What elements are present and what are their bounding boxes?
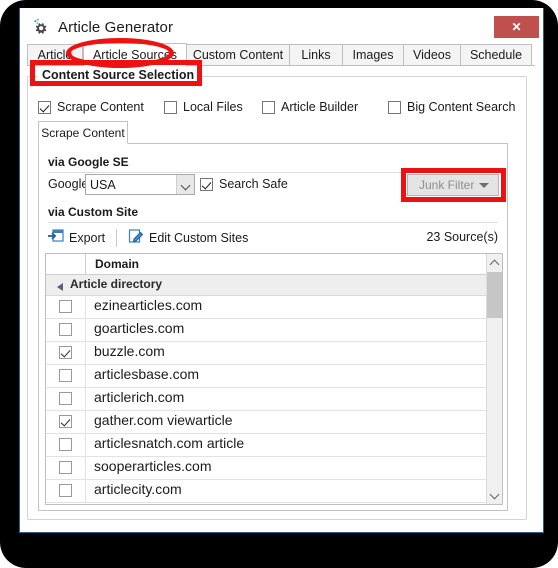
collapse-triangle-icon[interactable] xyxy=(57,283,63,291)
checkbox-search-safe[interactable]: Search Safe xyxy=(200,177,288,191)
section-label-google-se: via Google SE xyxy=(48,155,129,169)
row-checkbox-cell[interactable] xyxy=(46,342,86,364)
edit-custom-sites-label: Edit Custom Sites xyxy=(149,231,249,245)
tab-article[interactable]: Article xyxy=(27,44,83,66)
row-domain: articlesbase.com xyxy=(94,366,200,382)
grid-group-label: Article directory xyxy=(70,277,163,291)
custom-sites-grid: Domain Article directory ezinearticles.c… xyxy=(45,253,503,505)
grid-rows: ezinearticles.com goarticles.com buzzle.… xyxy=(46,296,487,503)
edit-custom-sites-button[interactable]: Edit Custom Sites xyxy=(128,228,248,248)
grid-header: Domain xyxy=(46,254,487,275)
checkbox-label: Big Content Search xyxy=(407,100,516,114)
row-checkbox-cell[interactable] xyxy=(46,411,86,433)
row-domain: articlesnatch.com article xyxy=(94,435,245,451)
row-domain: goarticles.com xyxy=(94,320,185,336)
row-checkbox-cell[interactable] xyxy=(46,388,86,410)
checkbox-local-files[interactable]: Local Files xyxy=(164,100,243,114)
table-row[interactable]: articlesbase.com xyxy=(46,365,487,388)
checkbox-label: Scrape Content xyxy=(57,100,144,114)
custom-site-toolbar: Export Edit Custom Sites 23 Source(s) xyxy=(48,228,498,250)
row-checkbox-cell[interactable] xyxy=(46,296,86,318)
row-checkbox-cell[interactable] xyxy=(46,480,86,502)
google-country-value: USA xyxy=(90,178,116,192)
table-row[interactable]: articlesnatch.com article xyxy=(46,434,487,457)
table-row[interactable]: sooperarticles.com xyxy=(46,457,487,480)
gear-icon xyxy=(32,18,52,38)
grid-group-row[interactable]: Article directory xyxy=(46,275,487,296)
scroll-down-icon[interactable] xyxy=(487,487,502,504)
table-row[interactable]: articlecity.com xyxy=(46,480,487,503)
grid-header-checkbox-column xyxy=(46,254,86,274)
junk-filter-label: Junk Filter xyxy=(419,178,475,192)
row-domain: buzzle.com xyxy=(94,343,165,359)
checkbox-article-builder[interactable]: Article Builder xyxy=(262,100,358,114)
checkbox-label: Article Builder xyxy=(281,100,359,114)
checkbox-box[interactable] xyxy=(388,100,401,114)
chevron-down-icon[interactable] xyxy=(176,175,194,194)
junk-filter-dropdown-button[interactable]: Junk Filter xyxy=(407,174,499,196)
group-title: Content Source Selection xyxy=(37,68,200,82)
checkbox-big-content-search[interactable]: Big Content Search xyxy=(388,100,515,114)
source-type-checkbox-row: Scrape Content Local Files Article Build… xyxy=(38,100,515,118)
close-button[interactable]: ✕ xyxy=(494,16,539,38)
tabstrip: Article Article Sources Custom Content L… xyxy=(27,43,535,67)
table-row[interactable]: goarticles.com xyxy=(46,319,487,342)
section-label-custom-site: via Custom Site xyxy=(48,205,139,219)
source-count-label: 23 Source(s) xyxy=(426,230,498,244)
row-checkbox-cell[interactable] xyxy=(46,365,86,387)
grid-vertical-scrollbar[interactable] xyxy=(486,254,502,504)
scrollbar-thumb[interactable] xyxy=(487,272,502,318)
edit-pencil-icon xyxy=(128,228,144,249)
checkbox-label: Local Files xyxy=(183,100,243,114)
export-icon xyxy=(48,228,64,249)
section-divider-google xyxy=(48,172,498,173)
row-checkbox[interactable] xyxy=(59,369,72,382)
row-domain: articlecity.com xyxy=(94,481,182,497)
row-checkbox[interactable] xyxy=(59,392,72,405)
tab-images[interactable]: Images xyxy=(342,44,404,66)
chevron-down-icon xyxy=(479,183,489,188)
checkbox-box[interactable] xyxy=(262,100,275,114)
row-checkbox-cell[interactable] xyxy=(46,457,86,479)
row-domain: sooperarticles.com xyxy=(94,458,212,474)
checkbox-box[interactable] xyxy=(164,100,177,114)
row-checkbox[interactable] xyxy=(59,461,72,474)
tab-schedule[interactable]: Schedule xyxy=(460,44,532,66)
title-bar: Article Generator ✕ xyxy=(20,10,543,43)
tab-scrape-content[interactable]: Scrape Content xyxy=(38,121,128,144)
export-label: Export xyxy=(69,231,106,245)
table-row[interactable]: gather.com viewarticle xyxy=(46,411,487,434)
google-label: Google xyxy=(48,177,89,191)
tab-videos[interactable]: Videos xyxy=(403,44,461,66)
export-button[interactable]: Export xyxy=(48,228,105,248)
window-title: Article Generator xyxy=(58,19,174,36)
row-domain: articlerich.com xyxy=(94,389,185,405)
table-row[interactable]: buzzle.com xyxy=(46,342,487,365)
grid-header-domain[interactable]: Domain xyxy=(87,254,487,274)
row-checkbox[interactable] xyxy=(59,415,72,428)
checkbox-box[interactable] xyxy=(200,177,213,191)
row-checkbox[interactable] xyxy=(59,323,72,336)
row-domain: gather.com viewarticle xyxy=(94,412,233,428)
section-divider-custom xyxy=(48,222,498,223)
row-checkbox[interactable] xyxy=(59,438,72,451)
google-country-select[interactable]: USA xyxy=(85,174,195,195)
row-domain: ezinearticles.com xyxy=(94,297,203,313)
toolbar-separator xyxy=(116,229,117,247)
row-checkbox-cell[interactable] xyxy=(46,434,86,456)
row-checkbox[interactable] xyxy=(59,300,72,313)
checkbox-box[interactable] xyxy=(38,100,51,114)
table-row[interactable]: ezinearticles.com xyxy=(46,296,487,319)
checkbox-label: Search Safe xyxy=(219,177,288,191)
tab-links[interactable]: Links xyxy=(289,44,343,66)
tab-article-sources[interactable]: Article Sources xyxy=(83,43,187,67)
checkbox-scrape-content[interactable]: Scrape Content xyxy=(38,100,144,114)
row-checkbox[interactable] xyxy=(59,484,72,497)
tab-custom-content[interactable]: Custom Content xyxy=(186,44,290,66)
row-checkbox[interactable] xyxy=(59,346,72,359)
scroll-up-icon[interactable] xyxy=(487,254,502,271)
table-row[interactable]: articlerich.com xyxy=(46,388,487,411)
row-checkbox-cell[interactable] xyxy=(46,319,86,341)
